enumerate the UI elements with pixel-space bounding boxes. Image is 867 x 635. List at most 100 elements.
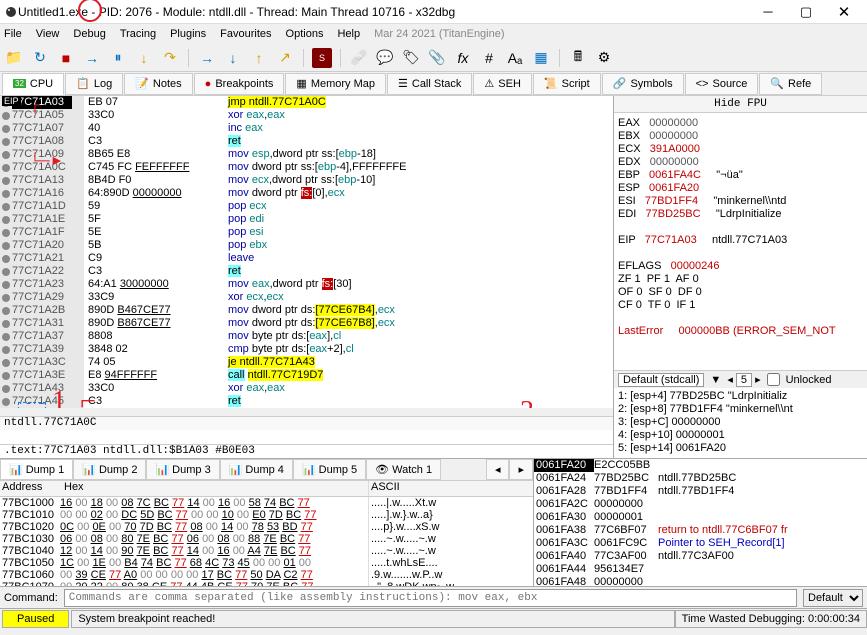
close-button[interactable]: ✕ [825,1,863,23]
disasm-row[interactable]: 77C71A1E5Fpop edi [0,213,613,226]
menu-debug[interactable]: Debug [73,28,105,40]
run-to-icon[interactable]: ↑ [249,48,269,68]
command-mode-select[interactable]: Default [803,589,863,607]
disasm-row[interactable]: 77C71A1F5Epop esi [0,226,613,239]
settings-icon[interactable]: ⚙ [594,48,614,68]
disasm-row[interactable]: 77C71A2364:A1 30000000mov eax,dword ptr … [0,278,613,291]
functions-icon[interactable]: fx [453,48,473,68]
restart-icon[interactable]: ↻ [30,48,50,68]
disasm-row[interactable]: 77C71A1D59pop ecx [0,200,613,213]
disasm-row[interactable]: 77C71A45C3ret [0,395,613,408]
hide-fpu-button[interactable]: Hide FPU [614,96,867,113]
tab-notes[interactable]: 📝Notes [124,73,192,95]
tab-symbols[interactable]: 🔗Symbols [602,73,684,95]
tab-script[interactable]: 📜Script [533,73,601,95]
disasm-row[interactable]: 77C71A3C74 05je ntdll.77C71A43 [0,356,613,369]
disasm-row[interactable]: 77C71A03EB 07jmp ntdll.77C71A0C [0,96,613,109]
dump-view[interactable]: 77BC100016 00 18 00 08 7C BC 77 14 00 16… [0,497,533,586]
stack-row[interactable]: 0061FA3C0061FC9CPointer to SEH_Record[1] [534,537,867,550]
dump-row[interactable]: 77BC101000 00 02 00 DC 5D BC 77 00 00 10… [0,509,533,521]
stack-args-view[interactable]: 1: [esp+4] 77BD25BC "LdrpInitializ2: [es… [614,388,867,458]
dump-row[interactable]: 77BC10501C 00 1E 00 B4 74 BC 77 68 4C 73… [0,557,533,569]
stack-view[interactable]: 0061FA20E2CC05BB0061FA2477BD25BCntdll.77… [534,459,867,586]
disasm-row[interactable]: 77C71A22C3ret [0,265,613,278]
dump-row[interactable]: 77BC104012 00 14 00 90 7E BC 77 14 00 16… [0,545,533,557]
tab-references[interactable]: 🔍Refe [759,73,822,95]
step-over-icon[interactable]: ↷ [160,48,180,68]
tab-dump3[interactable]: 📊Dump 3 [146,459,219,480]
tab-dump1[interactable]: 📊Dump 1 [0,459,73,480]
menu-favourites[interactable]: Favourites [220,28,271,40]
tab-dump5[interactable]: 📊Dump 5 [293,459,366,480]
tab-breakpoints[interactable]: ●Breakpoints [194,73,285,95]
bookmarks-icon[interactable]: 📎 [427,48,447,68]
disasm-row[interactable]: 77C71A3EE8 94FFFFFFcall ntdll.77C719D7 [0,369,613,382]
stack-row[interactable]: 0061FA4800000000 [534,576,867,589]
step-into-icon[interactable]: ↓ [134,48,154,68]
disasm-row[interactable]: 77C71A2B890D B467CE77mov dword ptr ds:[7… [0,304,613,317]
dump-row[interactable]: 77BC106000 39 CE 77 A0 00 00 00 00 17 BC… [0,569,533,581]
menu-view[interactable]: View [36,28,60,40]
dump-row[interactable]: 77BC100016 00 18 00 08 7C BC 77 14 00 16… [0,497,533,509]
disasm-row[interactable]: 77C71A138B4D F0mov ecx,dword ptr ss:[ebp… [0,174,613,187]
arg-count[interactable]: 5 [736,373,752,387]
maximize-button[interactable]: ▢ [787,1,825,23]
tab-cpu[interactable]: 32CPU [2,73,64,95]
disasm-row[interactable]: 77C71A21C9leave [0,252,613,265]
stack-row[interactable]: 0061FA4077C3AF00ntdll.77C3AF00 [534,550,867,563]
disasm-row[interactable]: 77C71A205Bpop ebx [0,239,613,252]
menu-help[interactable]: Help [337,28,360,40]
menu-plugins[interactable]: Plugins [170,28,206,40]
stack-row[interactable]: 0061FA3877C6BF07return to ntdll.77C6BF07… [534,524,867,537]
open-icon[interactable]: 📁 [4,48,24,68]
tab-watch1[interactable]: 👁Watch 1 [366,459,441,480]
dump-row[interactable]: 77BC107000 20 22 00 80 38 CE 77 44 4B CE… [0,581,533,586]
tab-dump2[interactable]: 📊Dump 2 [73,459,146,480]
chevron-down-icon[interactable]: ▼ [710,374,721,386]
tab-log[interactable]: 📋Log [65,73,123,95]
disassembly-view[interactable]: EIP ┌ └─► 1 ⌐ 3 77C71A03EB 07jmp ntdll.7… [0,96,613,408]
modules-icon[interactable]: ▦ [531,48,551,68]
menu-tracing[interactable]: Tracing [120,28,156,40]
tab-source[interactable]: <>Source [685,73,759,95]
disasm-row[interactable]: 77C71A098B65 E8mov esp,dword ptr ss:[ebp… [0,148,613,161]
unlocked-checkbox[interactable] [767,373,780,386]
dump-row[interactable]: 77BC10200C 00 0E 00 70 7D BC 77 08 00 14… [0,521,533,533]
disasm-row[interactable]: 77C71A2933C9xor ecx,ecx [0,291,613,304]
tab-callstack[interactable]: ☰Call Stack [387,73,472,95]
tab-nav-left[interactable]: ◂ [486,459,510,480]
disasm-row[interactable]: 77C71A0740inc eax [0,122,613,135]
tab-nav-right[interactable]: ▸ [509,459,533,480]
scylla-icon[interactable]: S [312,48,332,68]
stack-row[interactable]: 0061FA44956134E7 [534,563,867,576]
disasm-row[interactable]: 77C71A0CC745 FC FEFFFFFFmov dword ptr ss… [0,161,613,174]
disasm-row[interactable]: 77C71A08C3ret [0,135,613,148]
tab-memory[interactable]: ▦Memory Map [285,73,386,95]
stack-row[interactable]: 0061FA3000000001 [534,511,867,524]
stop-icon[interactable]: ■ [56,48,76,68]
minimize-button[interactable]: ─ [749,1,787,23]
disasm-row[interactable]: 77C71A1664:890D 00000000mov dword ptr fs… [0,187,613,200]
stack-row[interactable]: 0061FA2477BD25BCntdll.77BD25BC [534,472,867,485]
menu-options[interactable]: Options [286,28,324,40]
trace-over-icon[interactable]: ↓ [223,48,243,68]
stack-row[interactable]: 0061FA2877BD1FF4ntdll.77BD1FF4 [534,485,867,498]
labels-icon[interactable]: 🏷 [401,48,421,68]
run-icon[interactable]: → [82,48,102,68]
command-input[interactable] [64,589,797,607]
run-until-icon[interactable]: ↗ [275,48,295,68]
trace-into-icon[interactable]: → [197,48,217,68]
convention-select[interactable]: Default (stdcall) [618,373,704,387]
disasm-row[interactable]: 77C71A393848 02cmp byte ptr ds:[eax+2],c… [0,343,613,356]
tab-seh[interactable]: ⚠SEH [473,73,532,95]
calc-icon[interactable]: 🖩 [568,48,588,68]
patches-icon[interactable]: 🩹 [349,48,369,68]
stack-row[interactable]: 0061FA2C00000000 [534,498,867,511]
stack-row[interactable]: 0061FA20E2CC05BB [534,459,867,472]
menu-file[interactable]: File [4,28,22,40]
registers-view[interactable]: EAX 00000000EBX 00000000ECX 391A0000EDX … [614,113,867,370]
text-icon[interactable]: Aₐ [505,48,525,68]
disasm-row[interactable]: 77C71A0533C0xor eax,eax [0,109,613,122]
hash-icon[interactable]: # [479,48,499,68]
dump-row[interactable]: 77BC103006 00 08 00 80 7E BC 77 06 00 08… [0,533,533,545]
